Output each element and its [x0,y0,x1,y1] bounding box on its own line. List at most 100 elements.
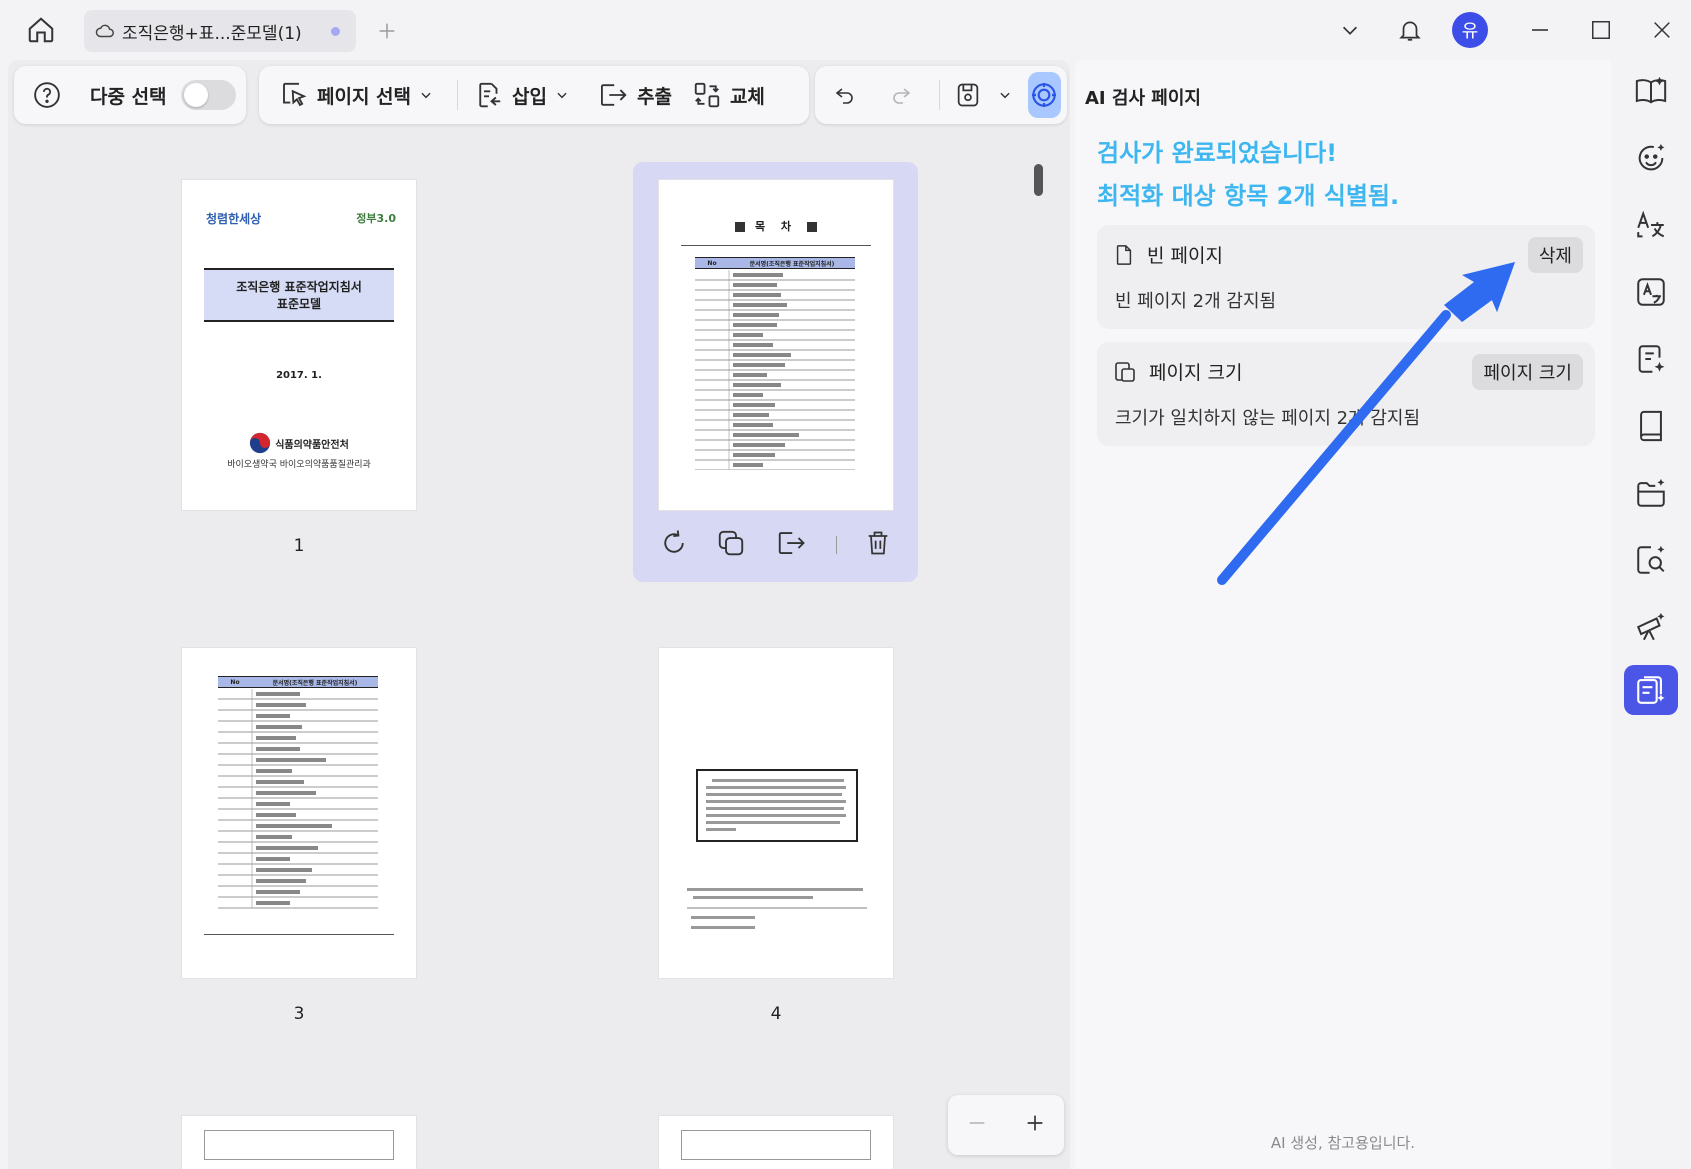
extract-page-button[interactable] [774,528,808,562]
page-tools-group: 페이지 선택 삽입 추출 교체 [259,66,809,124]
page-workspace: 다중 선택 페이지 선택 삽입 추출 교체 청렴한세상 정부3.0 조직은행 표… [8,60,1070,1169]
ai-folder-button[interactable] [1624,468,1678,518]
issue-title: 빈 페이지 [1147,245,1223,267]
page-actions-bar [633,515,918,575]
chevron-down-icon [557,92,567,99]
page1-title-line2: 표준모델 [276,297,322,311]
ai-inspect-page-button[interactable] [1624,665,1678,715]
page2-col-title: 문서명(조직은행 표준작업지침서) [749,260,835,268]
ai-document-icon [1638,345,1665,373]
page4-notice-box [696,769,858,842]
close-window-button[interactable] [1644,10,1680,50]
history-group [815,66,1067,124]
page1-title-box: 조직은행 표준작업지침서 표준모델 [204,268,394,322]
unsaved-dot [331,26,340,36]
insert-button[interactable]: 삽입 [464,73,587,117]
issue-description: 빈 페이지 2개 감지됨 [1115,291,1277,312]
ai-chat-button[interactable] [1624,133,1678,183]
page6-header-box [681,1130,871,1160]
trash-icon [868,531,888,555]
page1-date: 2017. 1. [276,370,322,381]
page-thumbnail-1[interactable]: 청렴한세상 정부3.0 조직은행 표준작업지침서 표준모델 2017. 1. 식… [182,180,416,510]
help-icon [34,82,60,108]
user-avatar-button[interactable]: 유 [1450,10,1490,50]
page-thumbnail-4[interactable] [659,648,893,978]
delete-page-button[interactable] [864,529,892,561]
ai-folder-icon [1637,478,1665,507]
maximize-icon [1592,21,1610,39]
zoom-in-button[interactable] [1024,1112,1046,1138]
text-recognition-icon [1637,278,1665,306]
ai-translate-button[interactable] [1624,200,1678,250]
dropdown-button[interactable] [1332,10,1368,50]
new-tab-button[interactable] [372,16,402,46]
notifications-button[interactable] [1392,10,1428,50]
cloud-icon [95,24,114,38]
rotate-page-button[interactable] [659,528,689,562]
page1-org: 식품의약품안전처 [275,439,349,451]
reader-mode-button[interactable] [1624,66,1678,116]
page-thumbnail-6[interactable] [659,1116,893,1169]
korea-emblem-icon [250,432,271,454]
page3-toc-rows [218,689,378,909]
maximize-button[interactable] [1583,10,1619,50]
redo-button[interactable] [877,73,933,117]
undo-button[interactable] [821,73,877,117]
page2-heading: 목 차 [659,218,893,234]
bell-icon [1399,21,1421,41]
replace-button[interactable]: 교체 [682,73,775,117]
issue-header: 페이지 크기 [1113,358,1242,385]
minimize-button[interactable] [1522,10,1558,50]
delete-blank-pages-button[interactable]: 삭제 [1527,237,1583,273]
separator [835,536,837,554]
extract-icon [778,532,805,554]
extract-button[interactable]: 추출 [587,73,682,117]
page-select-button[interactable]: 페이지 선택 [269,73,451,117]
ai-summarize-button[interactable] [1624,334,1678,384]
page-thumbnail-5[interactable] [182,1116,416,1169]
ai-face-icon [1638,143,1665,171]
home-button[interactable] [22,12,60,48]
rotate-icon [664,530,684,553]
replace-icon [694,82,720,108]
document-tab[interactable]: 조직은행+표...준모델(1) [84,10,356,52]
fix-page-size-button[interactable]: 페이지 크기 [1472,354,1583,390]
ai-inspect-icon [1637,676,1665,704]
page1-dept: 바이오생약국 바이오의약품품질관리과 [227,460,371,470]
bookmarks-button[interactable] [1624,401,1678,451]
vertical-scrollbar[interactable] [1034,164,1043,196]
insert-page-icon [479,82,501,108]
page2-table-header: No 문서명(조직은행 표준작업지침서) [695,257,855,269]
page3-col-title: 문서명(조직은행 표준작업지침서) [272,679,358,687]
separator [939,80,940,110]
insert-label: 삽입 [512,85,547,108]
zoom-out-button[interactable] [966,1112,988,1138]
save-button[interactable] [946,73,1028,117]
page3-col-no: No [230,678,240,686]
optimization-count-message: 최적화 대상 항목 2개 식별됨. [1097,182,1400,210]
multi-select-toggle[interactable] [180,80,236,110]
ai-inspect-panel: AI 검사 페이지 검사가 완료되었습니다! 최적화 대상 항목 2개 식별됨.… [1075,60,1611,1169]
page-thumbnail-3[interactable]: No 문서명(조직은행 표준작업지침서) [182,648,416,978]
save-icon [957,83,978,107]
page5-header-box [204,1130,394,1160]
home-icon [28,17,54,43]
page-thumbnail-2[interactable]: 목 차 No 문서명(조직은행 표준작업지침서) [659,180,893,510]
ai-search-icon [1637,545,1665,574]
help-button[interactable] [24,73,78,117]
duplicate-page-button[interactable] [716,528,746,562]
multi-select-group: 다중 선택 [14,66,246,124]
page1-title-line1: 조직은행 표준작업지침서 [236,280,362,294]
ai-search-button[interactable] [1624,535,1678,585]
issue-card-page-size: 페이지 크기 페이지 크기 크기가 일치하지 않는 페이지 2개 감지됨 [1097,342,1595,446]
ai-ocr-button[interactable] [1624,267,1678,317]
ai-inspect-button[interactable] [1027,72,1061,118]
ai-present-button[interactable] [1624,602,1678,652]
page2-col-no: No [707,259,717,267]
book-icon [1640,410,1662,442]
zoom-controls [948,1095,1064,1155]
page2-toc-rows [695,270,855,470]
page-select-label: 페이지 선택 [317,85,412,108]
open-book-icon [1635,76,1667,104]
close-icon [1654,22,1670,38]
